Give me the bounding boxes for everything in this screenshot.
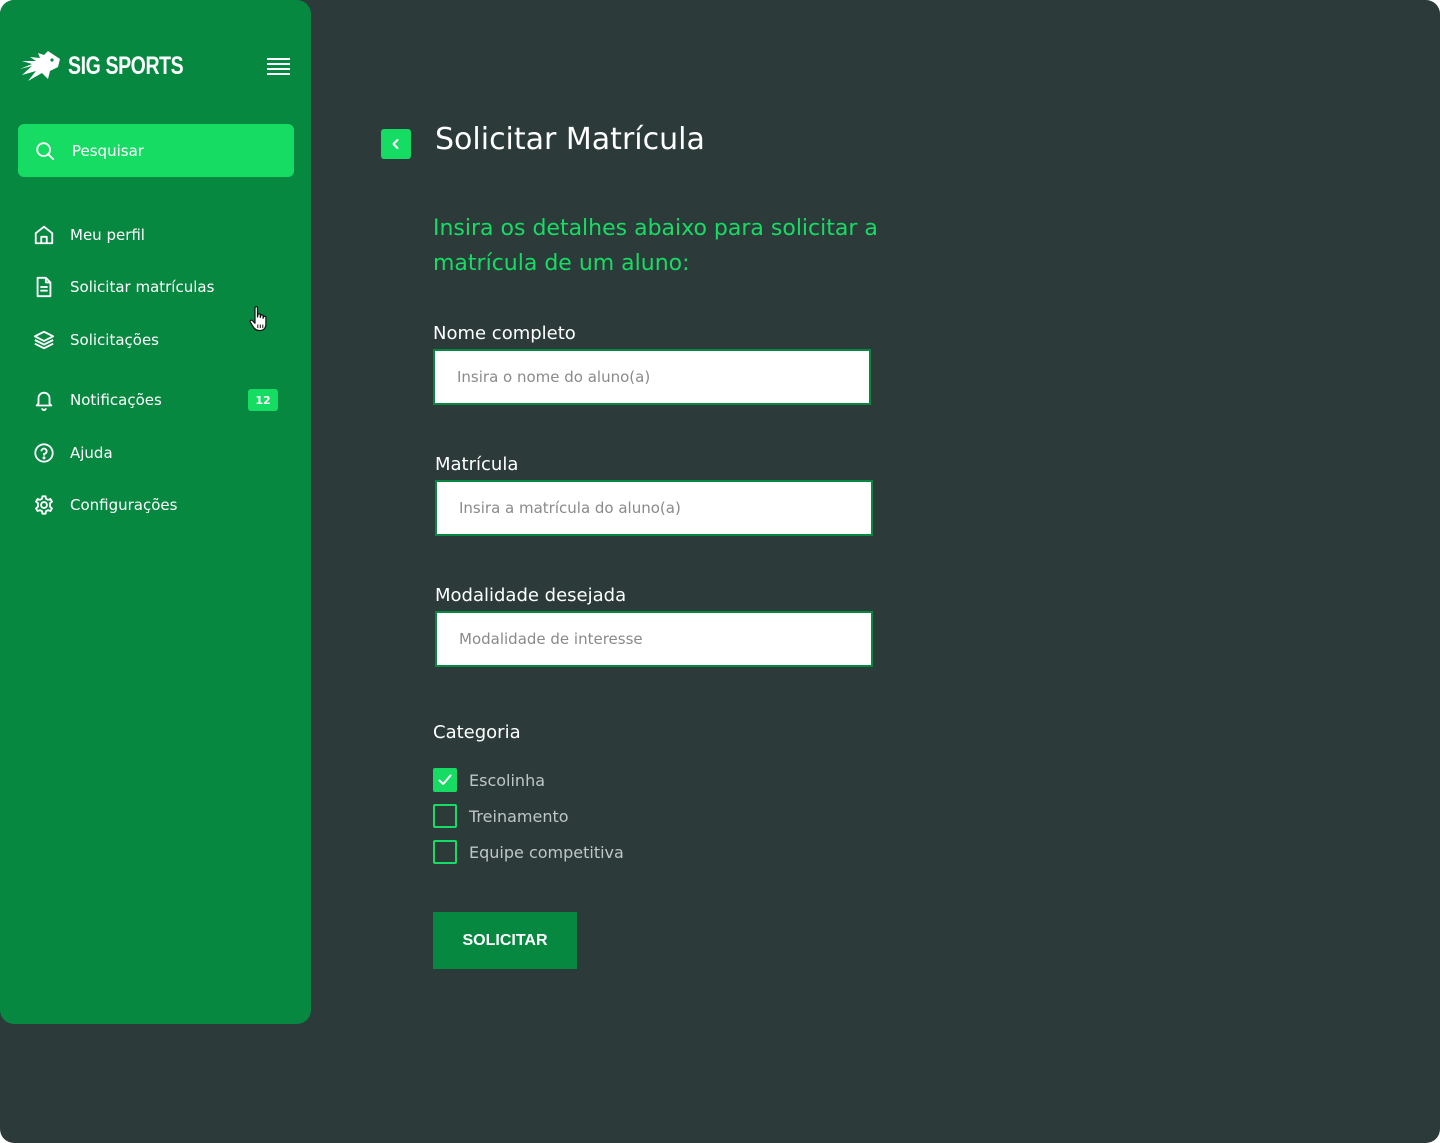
hand-cursor-icon: [248, 305, 272, 337]
category-option-equipe-competitiva[interactable]: Equipe competitiva: [433, 840, 624, 864]
sidebar-item-label: Notificações: [70, 391, 162, 409]
sidebar-item-label: Ajuda: [70, 444, 113, 462]
brand-logo: SIG SPORTS: [18, 48, 216, 84]
check-icon: [438, 774, 452, 785]
back-button[interactable]: [381, 129, 411, 159]
checkbox-label: Escolinha: [469, 770, 546, 790]
full-name-label: Nome completo: [433, 323, 576, 344]
sidebar-item-label: Meu perfil: [70, 226, 145, 244]
category-label: Categoria: [433, 722, 521, 743]
enrollment-input[interactable]: [435, 480, 873, 536]
checkbox[interactable]: [433, 840, 457, 864]
sidebar: SIG SPORTS Pesquisar Meu perfil Solicita…: [0, 0, 311, 1024]
help-circle-icon: [32, 441, 56, 465]
enrollment-label: Matrícula: [435, 454, 519, 475]
sidebar-item-label: Solicitar matrículas: [70, 278, 215, 296]
page-title: Solicitar Matrícula: [435, 122, 705, 157]
submit-button[interactable]: SOLICITAR: [433, 912, 577, 969]
checkbox-label: Equipe competitiva: [469, 842, 624, 862]
search-icon: [36, 141, 55, 160]
app-window: SIG SPORTS Pesquisar Meu perfil Solicita…: [0, 0, 1440, 1143]
checkbox-label: Treinamento: [469, 806, 569, 826]
sidebar-item-ajuda[interactable]: Ajuda: [32, 438, 282, 468]
layers-icon: [32, 328, 56, 352]
modality-label: Modalidade desejada: [435, 585, 627, 606]
notification-count-badge: 12: [248, 389, 278, 411]
sidebar-item-solicitar-matriculas[interactable]: Solicitar matrículas: [32, 272, 282, 302]
menu-icon[interactable]: [266, 56, 292, 76]
sidebar-item-solicitacoes[interactable]: Solicitações: [32, 325, 282, 355]
category-option-treinamento[interactable]: Treinamento: [433, 804, 569, 828]
form-instructions: Insira os detalhes abaixo para solicitar…: [433, 216, 878, 276]
search-label: Pesquisar: [72, 141, 144, 160]
chevron-left-icon: [392, 139, 399, 149]
checkbox[interactable]: [433, 804, 457, 828]
brand-name: SIG SPORTS: [68, 51, 184, 80]
modality-input[interactable]: [435, 611, 873, 667]
gear-icon: [32, 493, 56, 517]
lion-logo-icon: [20, 51, 60, 81]
full-name-input[interactable]: [433, 349, 871, 405]
checkbox[interactable]: [433, 768, 457, 792]
sidebar-item-label: Solicitações: [70, 331, 159, 349]
bell-icon: [32, 388, 56, 412]
sidebar-item-meu-perfil[interactable]: Meu perfil: [32, 220, 282, 250]
document-icon: [32, 275, 56, 299]
search-button[interactable]: Pesquisar: [18, 124, 294, 177]
sidebar-item-notificacoes[interactable]: Notificações 12: [32, 385, 282, 415]
sidebar-item-label: Configurações: [70, 496, 178, 514]
category-option-escolinha[interactable]: Escolinha: [433, 768, 545, 792]
sidebar-item-configuracoes[interactable]: Configurações: [32, 490, 282, 520]
home-icon: [32, 223, 56, 247]
